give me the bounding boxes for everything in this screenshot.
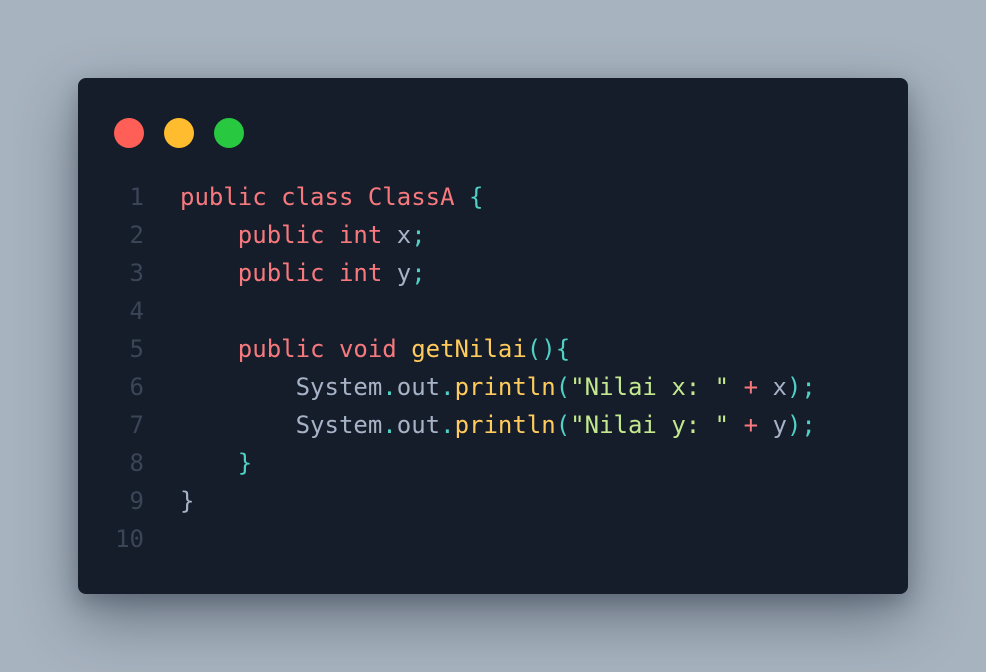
line-number: 10	[115, 525, 144, 553]
close-button[interactable]	[114, 118, 144, 148]
line-source: public int x;	[180, 216, 426, 254]
line-source: }	[180, 444, 252, 482]
line-number: 1	[129, 183, 144, 211]
code-token: );	[786, 411, 816, 439]
code-line: 4	[78, 292, 908, 330]
code-token: void	[338, 335, 397, 363]
code-token: +	[743, 411, 759, 439]
code-token: getNilai	[411, 335, 527, 363]
line-source: public class ClassA {	[180, 178, 483, 216]
code-token: public	[237, 221, 325, 249]
code-token: y	[772, 411, 787, 439]
code-token: (){	[526, 335, 571, 363]
code-token: (	[555, 373, 571, 401]
line-source: System.out.println("Nilai x: " + x);	[180, 368, 816, 406]
minimize-button[interactable]	[164, 118, 194, 148]
code-token: .	[382, 373, 397, 401]
code-window: 1 public class ClassA {2 public int x; 3 p…	[78, 78, 908, 594]
code-token: "Nilai y: "	[570, 411, 730, 439]
line-source: System.out.println("Nilai y: " + y);	[180, 406, 816, 444]
code-token: public	[237, 335, 325, 363]
code-token: );	[786, 373, 816, 401]
code-token: ;	[411, 259, 426, 287]
code-token: .	[440, 411, 455, 439]
code-line: 10	[78, 520, 908, 558]
code-token: .	[382, 411, 397, 439]
line-number: 9	[129, 487, 144, 515]
code-token: out	[396, 373, 441, 401]
code-token: x	[396, 221, 412, 249]
code-token: println	[454, 411, 556, 439]
code-token: int	[338, 259, 383, 287]
line-number: 3	[129, 259, 144, 287]
code-line: 9}	[78, 482, 908, 520]
code-token: System	[295, 373, 383, 401]
code-token: int	[338, 221, 383, 249]
code-token: y	[396, 259, 412, 287]
line-source: public void getNilai(){	[180, 330, 570, 368]
code-line: 5 public void getNilai(){	[78, 330, 908, 368]
code-token: {	[469, 183, 484, 211]
code-line: 1 public class ClassA {	[78, 178, 908, 216]
line-source: }	[180, 482, 194, 520]
code-token: out	[396, 411, 441, 439]
code-token: public	[237, 259, 325, 287]
code-token: println	[454, 373, 556, 401]
code-token: (	[555, 411, 571, 439]
code-token: "Nilai x: "	[570, 373, 730, 401]
code-token: System	[295, 411, 383, 439]
code-token: x	[772, 373, 787, 401]
code-token: }	[237, 449, 253, 477]
code-line: 8 }	[78, 444, 908, 482]
line-number: 8	[129, 449, 144, 477]
code-token: class	[281, 183, 354, 211]
code-token: .	[440, 373, 455, 401]
code-line: 2 public int x;	[78, 216, 908, 254]
maximize-button[interactable]	[214, 118, 244, 148]
code-token: ClassA	[367, 183, 455, 211]
code-line: 7 System.out.println("Nilai y: " + y);	[78, 406, 908, 444]
line-number: 6	[129, 373, 144, 401]
line-source: public int y;	[180, 254, 426, 292]
line-number: 7	[129, 411, 144, 439]
code-block: 1 public class ClassA {2 public int x; 3 p…	[78, 178, 908, 558]
code-token: +	[743, 373, 759, 401]
code-token: ;	[411, 221, 426, 249]
code-line: 3 public int y;	[78, 254, 908, 292]
line-number: 2	[129, 221, 144, 249]
code-token: }	[180, 487, 195, 515]
line-number: 5	[129, 335, 144, 363]
line-number: 4	[129, 297, 144, 325]
code-token: public	[180, 183, 267, 211]
code-line: 6 System.out.println("Nilai x: " + x);	[78, 368, 908, 406]
